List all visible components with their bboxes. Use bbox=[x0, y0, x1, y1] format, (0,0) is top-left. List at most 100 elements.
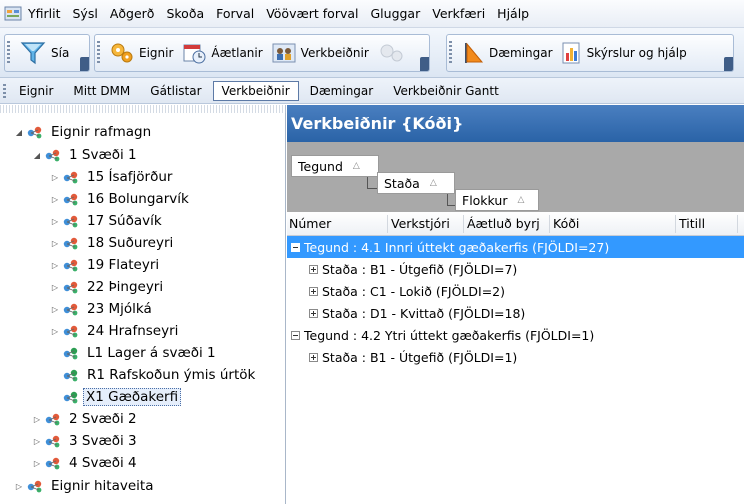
tree-expand-icon[interactable]: ▷ bbox=[50, 217, 60, 226]
tree-item[interactable]: ▷ 2 Svæði 2 bbox=[32, 409, 141, 429]
column-separator[interactable] bbox=[463, 215, 464, 233]
work-orders-pane: Verkbeiðnir {Kóði} Tegund △ Staða △ Flok… bbox=[287, 105, 744, 504]
menu-skoda[interactable]: Skoða bbox=[166, 6, 204, 21]
tree-expand-icon[interactable]: ▷ bbox=[32, 415, 42, 424]
pane-splitter[interactable] bbox=[0, 105, 286, 113]
tree-expand-icon[interactable]: ▷ bbox=[50, 283, 60, 292]
toolbar-grip[interactable] bbox=[7, 41, 10, 65]
asset-node-icon bbox=[63, 193, 78, 206]
assets-button[interactable]: Eignir bbox=[105, 37, 177, 69]
group-row[interactable]: Staða : D1 - Kvittað (FJÖLDI=18) bbox=[287, 302, 744, 324]
menu-adgerd[interactable]: Aðgerð bbox=[110, 6, 155, 21]
column-titill[interactable]: Titill bbox=[679, 216, 705, 231]
column-separator[interactable] bbox=[675, 215, 676, 233]
tree-item[interactable]: ▷ 24 Hrafnseyri bbox=[50, 321, 182, 341]
grid-body: Tegund : 4.1 Innri úttekt gæðakerfis (FJ… bbox=[287, 236, 744, 368]
tree-item[interactable]: ◢ 1 Svæði 1 bbox=[32, 145, 141, 165]
group-row[interactable]: Tegund : 4.1 Innri úttekt gæðakerfis (FJ… bbox=[287, 236, 744, 258]
column-verkstjori[interactable]: Verkstjóri bbox=[391, 216, 450, 231]
tree-collapse-icon[interactable]: ◢ bbox=[32, 151, 42, 160]
tab-eignir[interactable]: Eignir bbox=[10, 81, 62, 101]
expand-box-icon[interactable] bbox=[309, 308, 318, 318]
column-separator[interactable] bbox=[549, 215, 550, 233]
asset-node-icon bbox=[45, 435, 60, 448]
toolbar-grip[interactable] bbox=[97, 41, 100, 65]
menu-hjalp[interactable]: Hjálp bbox=[497, 6, 529, 21]
tree-item[interactable]: ◢ Eignir rafmagn bbox=[14, 122, 155, 142]
column-separator[interactable] bbox=[737, 215, 738, 233]
app-icon bbox=[4, 6, 22, 20]
tree-expand-icon[interactable]: ▷ bbox=[32, 459, 42, 468]
group-by-area[interactable]: Tegund △ Staða △ Flokkur △ bbox=[287, 142, 744, 212]
toolbar-grip[interactable] bbox=[3, 84, 6, 98]
tab-verkbeidnir[interactable]: Verkbeiðnir bbox=[212, 80, 299, 101]
tree-item[interactable]: ▷ 18 Suðureyri bbox=[50, 233, 177, 253]
tree-item[interactable]: R1 Rafskoðun ýmis úrtök bbox=[50, 365, 259, 385]
reports-help-button[interactable]: Skýrslur og hjálp bbox=[557, 37, 691, 69]
tree-item[interactable]: ▷ 4 Svæði 4 bbox=[32, 453, 141, 473]
tree-expand-icon[interactable]: ▷ bbox=[32, 437, 42, 446]
tree-collapse-icon[interactable]: ◢ bbox=[14, 128, 24, 137]
tree-item[interactable]: ▷ 16 Bolungarvík bbox=[50, 189, 193, 209]
toolbar-overflow-chevron[interactable] bbox=[420, 57, 429, 71]
tree-expand-icon[interactable]: ▷ bbox=[14, 482, 24, 491]
tree-item[interactable]: ▷ 19 Flateyri bbox=[50, 255, 163, 275]
group-row-label: Staða : C1 - Lokið (FJÖLDI=2) bbox=[322, 283, 505, 299]
asset-node-icon bbox=[63, 281, 78, 294]
tree-expand-icon[interactable]: ▷ bbox=[50, 327, 60, 336]
group-chip-flokkur[interactable]: Flokkur △ bbox=[455, 189, 539, 211]
tree-expand-icon[interactable]: ▷ bbox=[50, 305, 60, 314]
column-separator[interactable] bbox=[387, 215, 388, 233]
group-chip-stada[interactable]: Staða △ bbox=[377, 172, 455, 194]
tree-item[interactable]: L1 Lager á svæði 1 bbox=[50, 343, 220, 363]
group-row-label: Tegund : 4.1 Innri úttekt gæðakerfis (FJ… bbox=[304, 239, 610, 255]
tab-mitt-dmm[interactable]: Mitt DMM bbox=[64, 81, 139, 101]
work-orders-button[interactable]: Verkbeiðnir bbox=[267, 37, 373, 69]
column-numer[interactable]: Númer bbox=[289, 216, 331, 231]
tab-verkbeidnir-gantt[interactable]: Verkbeiðnir Gantt bbox=[384, 81, 508, 101]
filter-button[interactable]: Sía bbox=[15, 37, 73, 69]
tree-item[interactable]: ▷ Eignir hitaveita bbox=[14, 476, 157, 496]
menu-vistad-forval[interactable]: Vöövært forval bbox=[266, 6, 358, 21]
expand-box-icon[interactable] bbox=[309, 264, 318, 274]
menu-yfirlit[interactable]: Yfirlit bbox=[28, 6, 61, 21]
group-row[interactable]: Tegund : 4.2 Ytri úttekt gæðakerfis (FJÖ… bbox=[287, 324, 744, 346]
main-toolbar: Sía Eignir Áætlanir Verkbeiðnir Dæmingar… bbox=[0, 28, 744, 78]
menu-gluggar[interactable]: Gluggar bbox=[370, 6, 420, 21]
column-aetlud-byrjun[interactable]: Áætluð byrj bbox=[467, 216, 540, 231]
column-kodi[interactable]: Kóði bbox=[553, 216, 579, 231]
expand-box-icon[interactable] bbox=[309, 352, 318, 362]
menu-forval[interactable]: Forval bbox=[216, 6, 254, 21]
plans-button[interactable]: Áætlanir bbox=[177, 37, 266, 69]
toolbar-overflow-chevron[interactable] bbox=[724, 57, 733, 71]
tree-item[interactable]: ▷ 22 Þingeyri bbox=[50, 277, 167, 297]
asset-node-icon bbox=[45, 457, 60, 470]
tree-item[interactable]: ▷ 3 Svæði 3 bbox=[32, 431, 141, 451]
tree-expand-icon[interactable]: ▷ bbox=[50, 261, 60, 270]
group-row[interactable]: Staða : C1 - Lokið (FJÖLDI=2) bbox=[287, 280, 744, 302]
collapse-box-icon[interactable] bbox=[291, 330, 300, 340]
tree-expand-icon[interactable]: ▷ bbox=[50, 195, 60, 204]
judgments-button[interactable]: Dæmingar bbox=[457, 37, 557, 69]
tab-gatlistar[interactable]: Gátlistar bbox=[141, 81, 210, 101]
menu-sysl[interactable]: Sýsl bbox=[73, 6, 98, 21]
group-row-label: Staða : B1 - Útgefið (FJÖLDI=7) bbox=[322, 261, 518, 277]
asset-node-icon bbox=[63, 171, 78, 184]
tree-item[interactable]: ▷ 15 Ísafjörður bbox=[50, 167, 176, 187]
toolbar-overflow-chevron[interactable] bbox=[80, 57, 89, 71]
group-row[interactable]: Staða : B1 - Útgefið (FJÖLDI=1) bbox=[287, 346, 744, 368]
expand-box-icon[interactable] bbox=[309, 286, 318, 296]
tree-item[interactable]: X1 Gæðakerfi bbox=[50, 387, 182, 407]
menu-verkfaeri[interactable]: Verkfæri bbox=[432, 6, 485, 21]
tab-daemingar[interactable]: Dæmingar bbox=[301, 81, 383, 101]
collapse-box-icon[interactable] bbox=[291, 242, 300, 252]
tree-item-label: Eignir rafmagn bbox=[51, 124, 152, 140]
group-row[interactable]: Staða : B1 - Útgefið (FJÖLDI=7) bbox=[287, 258, 744, 280]
toolbar-grip[interactable] bbox=[449, 41, 452, 65]
tree-item[interactable]: ▷ 23 Mjólká bbox=[50, 299, 156, 319]
group-chip-tegund[interactable]: Tegund △ bbox=[291, 155, 379, 177]
tree-expand-icon[interactable]: ▷ bbox=[50, 173, 60, 182]
tree-item-label: 18 Suðureyri bbox=[87, 235, 174, 251]
tree-expand-icon[interactable]: ▷ bbox=[50, 239, 60, 248]
tree-item[interactable]: ▷ 17 Súðavík bbox=[50, 211, 166, 231]
